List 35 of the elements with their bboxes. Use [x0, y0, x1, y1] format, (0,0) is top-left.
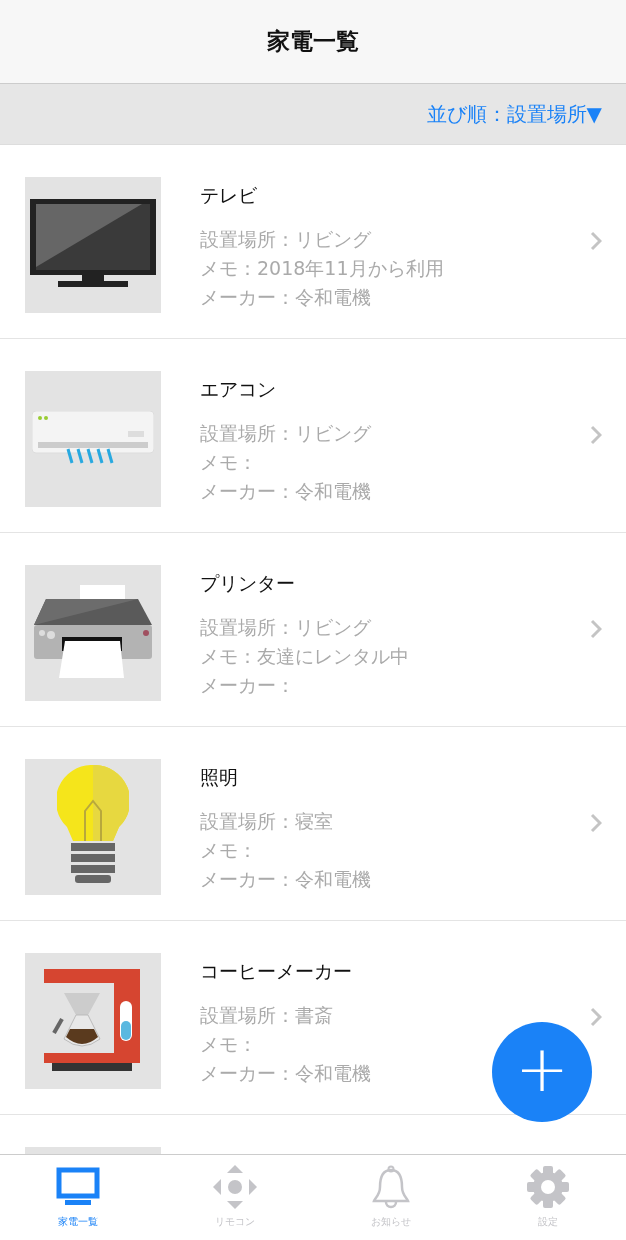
bell-icon	[372, 1165, 411, 1209]
maker-text: メーカー：令和電機	[200, 285, 372, 310]
location-text: 設置場所：リビング	[200, 421, 371, 446]
tab[interactable]: 家電一覧	[0, 1155, 157, 1240]
memo-text: メモ：	[200, 450, 258, 475]
coffee-maker-icon	[44, 969, 142, 1073]
screen-title: 家電一覧	[267, 27, 359, 56]
direction-pad-icon	[212, 1165, 257, 1209]
location-text: 設置場所：書斎	[200, 1003, 334, 1028]
memo-text: メモ：友達にレンタル中	[200, 644, 409, 669]
chevron-right-icon[interactable]	[590, 1007, 602, 1027]
monitor-icon	[56, 1167, 101, 1207]
maker-text: メーカー：令和電機	[200, 867, 371, 892]
memo-text: メモ：	[200, 1032, 258, 1057]
device-name: プリンター	[200, 571, 296, 596]
chevron-right-icon[interactable]	[590, 619, 602, 639]
location-text: 設置場所：リビング	[200, 615, 372, 640]
device-name: エアコン	[200, 377, 277, 402]
device-name: 照明	[200, 765, 239, 790]
chevron-right-icon[interactable]	[590, 231, 602, 251]
chevron-right-icon[interactable]	[590, 813, 602, 833]
printer-icon	[34, 585, 152, 681]
chevron-right-icon[interactable]	[590, 425, 602, 445]
location-text: 設置場所：リビング	[200, 227, 372, 252]
add-button[interactable]: +	[492, 1022, 592, 1122]
maker-text: メーカー：令和電機	[200, 479, 371, 504]
settings-icon	[526, 1166, 569, 1208]
memo-text: メモ：	[200, 838, 258, 863]
memo-text: メモ：2018年11月から利用	[200, 256, 444, 281]
device-name: テレビ	[200, 183, 258, 208]
maker-text: メーカー：令和電機	[200, 1061, 371, 1086]
sort-order-link[interactable]: 並び順：設置場所▼	[426, 100, 602, 128]
location-text: 設置場所：寝室	[200, 809, 334, 834]
maker-text: メーカー：	[200, 673, 296, 698]
device-name: コーヒーメーカー	[200, 959, 353, 984]
